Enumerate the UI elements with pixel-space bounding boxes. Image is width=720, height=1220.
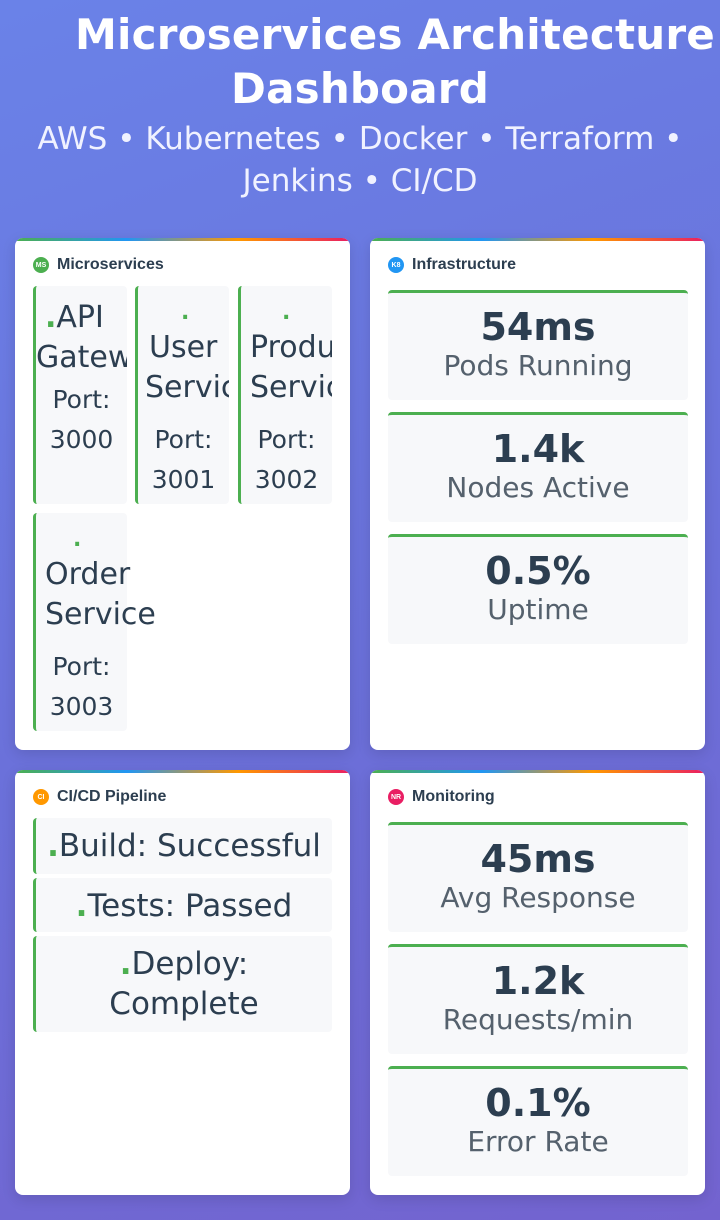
metric-value: 1.4k (491, 427, 585, 471)
status-dot-icon: . (45, 300, 57, 335)
metric-value: 0.1% (485, 1081, 591, 1125)
newrelic-badge-icon: NR (388, 789, 404, 805)
microservices-card: MS Microservices .APIGateway Port:3000 .… (15, 238, 350, 750)
page-header: Microservices Architecture Dashboard AWS… (0, 0, 720, 202)
metric-label: Avg Response (440, 881, 636, 914)
pipeline-title-text: CI/CD Pipeline (57, 788, 167, 805)
metric-nodes-active: 1.4k Nodes Active (388, 412, 688, 522)
service-port: Port: 3000 (49, 385, 114, 454)
service-card-api-gateway[interactable]: .APIGateway Port:3000 (33, 286, 127, 504)
metric-value: 0.5% (485, 549, 591, 593)
status-dot-icon: . (73, 527, 82, 552)
metric-value: 54ms (480, 305, 596, 349)
monitoring-title-text: Monitoring (412, 788, 495, 805)
metric-error-rate: 0.1% Error Rate (388, 1066, 688, 1176)
page-title-line-2: Dashboard (231, 64, 489, 113)
metric-label: Requests/min (442, 1003, 634, 1036)
microservices-badge-icon: MS (33, 257, 49, 273)
microservices-card-title: MS Microservices (33, 256, 164, 274)
pipeline-card: CI CI/CD Pipeline .Build: Successful .Te… (15, 770, 350, 1195)
metric-label: Pods Running (443, 349, 633, 382)
service-port: Port: 3001 (151, 425, 216, 494)
infrastructure-card: K8 Infrastructure 54ms Pods Running 1.4k… (370, 238, 705, 750)
metric-value: 45ms (480, 837, 596, 881)
page-title-line-1: Microservices Architecture (75, 10, 715, 59)
metric-label: Error Rate (467, 1125, 609, 1158)
metric-uptime: 0.5% Uptime (388, 534, 688, 644)
pipeline-stage-tests[interactable]: .Tests: Passed (33, 878, 332, 932)
pipeline-card-title: CI CI/CD Pipeline (33, 788, 166, 806)
service-card-order-service[interactable]: . Order Service Port: 3003 (33, 513, 156, 731)
service-name: .UserService (145, 298, 229, 408)
infrastructure-title-text: Infrastructure (412, 256, 517, 273)
service-name: . Order Service (45, 525, 205, 635)
service-name: .APIGateway (36, 300, 127, 375)
service-card-user-service[interactable]: .UserService Port:3001 (135, 286, 229, 504)
pipeline-stage-build[interactable]: .Build: Successful (33, 818, 332, 874)
page-subtitle: AWS • Kubernetes • Docker • Terraform • … (0, 118, 720, 202)
metric-value: 1.2k (491, 959, 585, 1003)
metric-pods-running: 54ms Pods Running (388, 290, 688, 400)
metric-label: Nodes Active (446, 471, 630, 504)
kubernetes-badge-icon: K8 (388, 257, 404, 273)
service-port: Port: 3002 (254, 425, 319, 494)
page-subtitle-line-1: AWS • Kubernetes • Docker • Terraform • (37, 121, 683, 157)
infrastructure-card-title: K8 Infrastructure (388, 256, 516, 274)
page-subtitle-line-2: Jenkins • CI/CD (242, 163, 478, 199)
service-card-product-service[interactable]: .ProductService Port:3002 (238, 286, 332, 504)
status-dot-icon: . (119, 946, 132, 982)
metric-label: Uptime (487, 593, 589, 626)
microservices-title-text: Microservices (57, 256, 164, 273)
status-dot-icon: . (181, 300, 190, 325)
status-dot-icon: . (282, 300, 291, 325)
status-dot-icon: . (47, 828, 59, 864)
service-name: .ProductService (250, 298, 332, 408)
metric-requests-per-min: 1.2k Requests/min (388, 944, 688, 1054)
ci-badge-icon: CI (33, 789, 49, 805)
service-port: Port: 3003 (49, 652, 114, 721)
page-title: Microservices Architecture Dashboard (0, 0, 720, 116)
monitoring-card: NR Monitoring 45ms Avg Response 1.2k Req… (370, 770, 705, 1195)
status-dot-icon: . (75, 888, 88, 924)
monitoring-card-title: NR Monitoring (388, 788, 495, 806)
pipeline-stage-deploy[interactable]: .Deploy: Complete (33, 936, 332, 1032)
metric-avg-response: 45ms Avg Response (388, 822, 688, 932)
